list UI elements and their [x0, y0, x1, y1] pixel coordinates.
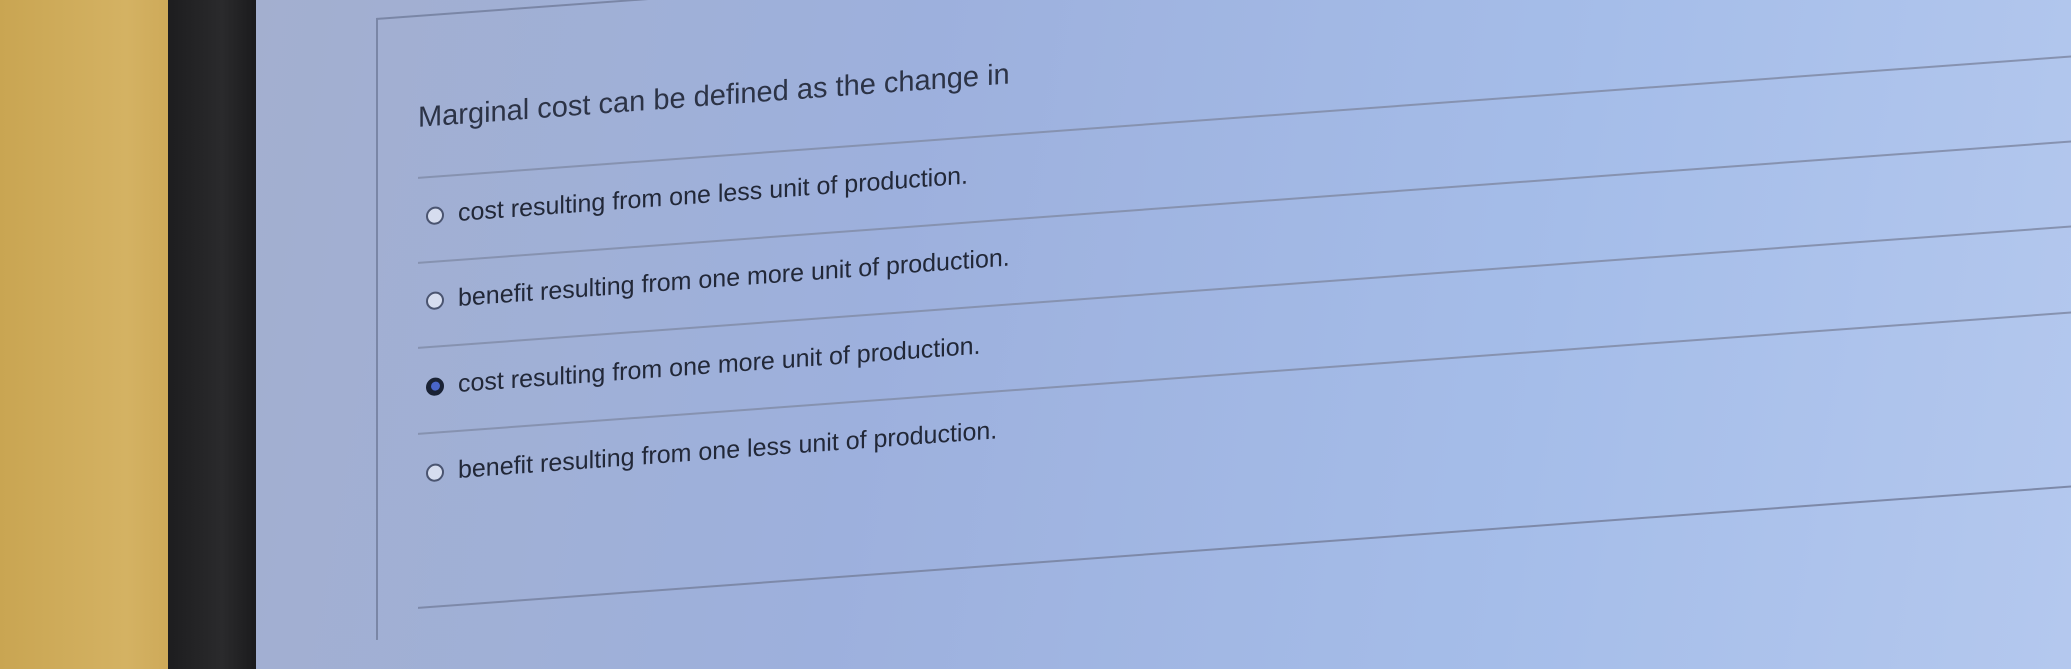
radio-button-icon[interactable] [426, 205, 444, 225]
answer-option-label: cost resulting from one less unit of pro… [458, 161, 968, 227]
photo-scene: Marginal cost can be defined as the chan… [0, 0, 2071, 669]
monitor-bezel [168, 0, 258, 669]
answer-option-label: benefit resulting from one less unit of … [458, 416, 998, 484]
question-card: Marginal cost can be defined as the chan… [376, 0, 2071, 640]
card-bottom-border [418, 480, 2071, 609]
monitor-screen: Marginal cost can be defined as the chan… [256, 0, 2071, 669]
radio-button-icon[interactable] [426, 462, 444, 482]
answer-option-label: cost resulting from one more unit of pro… [458, 331, 981, 398]
radio-button-selected-icon[interactable] [426, 376, 444, 396]
radio-dot-icon [430, 381, 440, 391]
question-text: Marginal cost can be defined as the chan… [418, 58, 1010, 134]
radio-button-icon[interactable] [426, 290, 444, 310]
